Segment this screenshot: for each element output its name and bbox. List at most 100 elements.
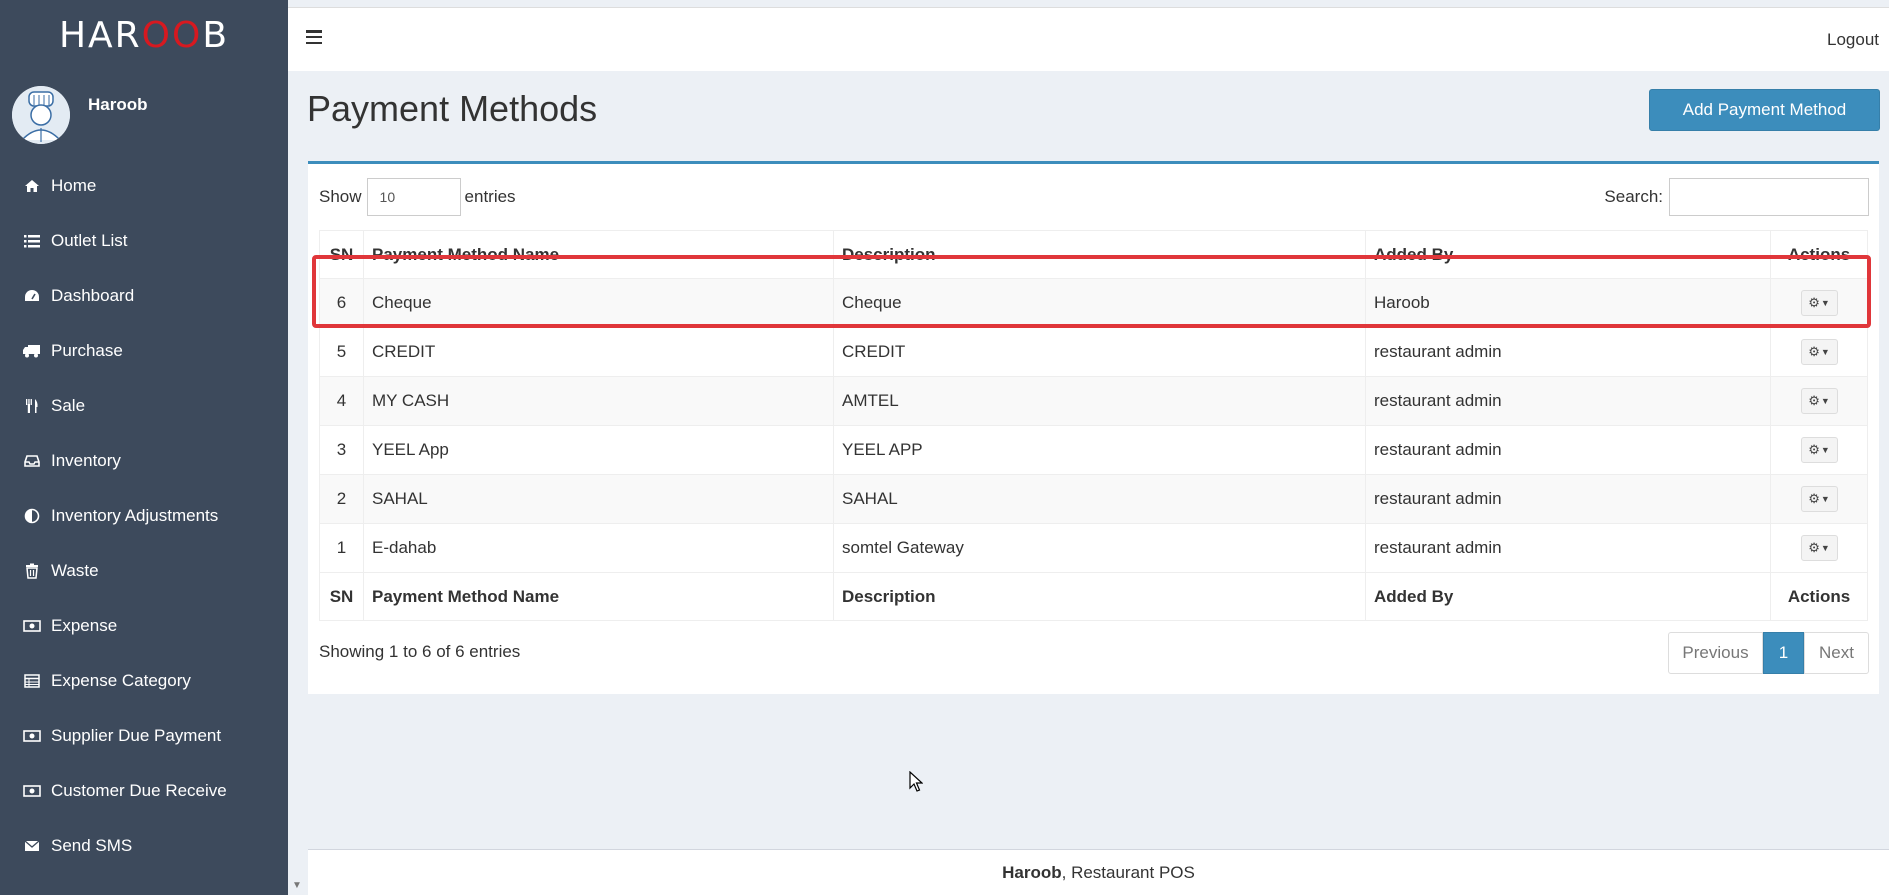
cell-name: E-dahab [363, 523, 834, 573]
sidebar-item-customer-due-receive[interactable]: Customer Due Receive [0, 763, 288, 818]
trash-icon [22, 562, 42, 580]
mouse-cursor-icon [909, 771, 923, 792]
caret-down-icon: ▼ [1820, 543, 1830, 553]
entries-length-control: Show 10 entries [319, 178, 516, 216]
sidebar-item-label: Inventory [51, 450, 121, 470]
cell-actions: ⚙ ▼ [1770, 376, 1868, 426]
avatar [12, 86, 70, 144]
row-actions-button[interactable]: ⚙ ▼ [1800, 388, 1838, 414]
pagination-next[interactable]: Next [1804, 632, 1869, 674]
cell-added-by: restaurant admin [1365, 425, 1771, 475]
sidebar: HAROOB Haroob Home Outlet List Dashboard… [0, 0, 288, 895]
user-panel: Haroob [12, 82, 282, 148]
money-icon [22, 782, 42, 800]
table-row: 5 CREDIT CREDIT restaurant admin ⚙ ▼ [319, 327, 1868, 377]
sidebar-item-send-sms[interactable]: Send SMS [0, 818, 288, 873]
table-row: 4 MY CASH AMTEL restaurant admin ⚙ ▼ [319, 376, 1868, 426]
page-footer: Haroob, Restaurant POS [308, 849, 1889, 895]
envelope-icon [22, 837, 42, 855]
sidebar-item-expense[interactable]: Expense [0, 598, 288, 653]
sidebar-item-inventory-adjustments[interactable]: Inventory Adjustments [0, 488, 288, 543]
sidebar-item-label: Purchase [51, 340, 123, 360]
sidebar-item-label: Outlet List [51, 230, 128, 250]
cell-actions: ⚙ ▼ [1770, 278, 1868, 328]
table-search: Search: [1604, 178, 1869, 216]
row-actions-button[interactable]: ⚙ ▼ [1800, 535, 1838, 561]
sidebar-item-label: Waste [51, 560, 99, 580]
row-actions-button[interactable]: ⚙ ▼ [1800, 339, 1838, 365]
header-added-by[interactable]: Added By [1365, 230, 1771, 279]
cell-sn: 4 [319, 376, 364, 426]
gear-icon: ⚙ [1808, 295, 1820, 310]
cell-actions: ⚙ ▼ [1770, 523, 1868, 573]
entries-select[interactable]: 10 [366, 178, 461, 216]
payment-methods-box: Show 10 entries Search: SN Payment Metho… [308, 161, 1879, 694]
adjust-icon [22, 507, 42, 525]
cell-added-by: restaurant admin [1365, 327, 1771, 377]
user-name: Haroob [88, 95, 148, 114]
cell-sn: 5 [319, 327, 364, 377]
cell-added-by: restaurant admin [1365, 376, 1771, 426]
header-description[interactable]: Description [833, 230, 1366, 279]
cell-actions: ⚙ ▼ [1770, 425, 1868, 475]
logout-link[interactable]: Logout [1827, 30, 1879, 50]
table-info: Showing 1 to 6 of 6 entries [319, 642, 521, 661]
sidebar-item-label: Expense Category [51, 670, 191, 690]
truck-icon [22, 342, 42, 360]
sidebar-item-home[interactable]: Home [0, 158, 288, 213]
sidebar-item-dashboard[interactable]: Dashboard [0, 268, 288, 323]
cell-sn: 1 [319, 523, 364, 573]
sidebar-menu: Home Outlet List Dashboard Purchase Sale [0, 158, 288, 873]
pagination: Previous 1 Next [1668, 632, 1869, 674]
cell-description: AMTEL [833, 376, 1366, 426]
header-payment-method-name[interactable]: Payment Method Name [363, 230, 834, 279]
sidebar-item-expense-category[interactable]: Expense Category [0, 653, 288, 708]
scroll-down-arrow-icon[interactable]: ▼ [292, 880, 302, 891]
search-input[interactable] [1669, 178, 1869, 216]
sidebar-item-sale[interactable]: Sale [0, 378, 288, 433]
table-row: 3 YEEL App YEEL APP restaurant admin ⚙ ▼ [319, 425, 1868, 475]
footer-payment-method-name: Payment Method Name [363, 572, 834, 621]
cell-actions: ⚙ ▼ [1770, 474, 1868, 524]
chef-avatar-icon [12, 86, 70, 144]
header-sn[interactable]: SN [319, 230, 364, 279]
row-actions-button[interactable]: ⚙ ▼ [1800, 486, 1838, 512]
entries-select-value: 10 [379, 189, 396, 205]
cell-description: CREDIT [833, 327, 1366, 377]
logo[interactable]: HAROOB [0, 0, 288, 70]
gear-icon: ⚙ [1808, 491, 1820, 506]
row-actions-button[interactable]: ⚙ ▼ [1800, 290, 1838, 316]
money-icon [22, 727, 42, 745]
sidebar-item-label: Supplier Due Payment [51, 725, 222, 745]
pagination-previous[interactable]: Previous [1668, 632, 1763, 674]
sidebar-item-supplier-due-payment[interactable]: Supplier Due Payment [0, 708, 288, 763]
cell-added-by: restaurant admin [1365, 474, 1771, 524]
gear-icon: ⚙ [1808, 393, 1820, 408]
caret-down-icon: ▼ [1820, 445, 1830, 455]
table-row: 6 Cheque Cheque Haroob ⚙ ▼ [319, 278, 1868, 328]
row-actions-button[interactable]: ⚙ ▼ [1800, 437, 1838, 463]
sidebar-item-purchase[interactable]: Purchase [0, 323, 288, 378]
cell-name: CREDIT [363, 327, 834, 377]
inbox-icon [22, 452, 42, 470]
cell-description: Cheque [833, 278, 1366, 328]
cell-name: SAHAL [363, 474, 834, 524]
cell-description: YEEL APP [833, 425, 1366, 475]
pagination-page-1[interactable]: 1 [1763, 632, 1804, 674]
footer-added-by: Added By [1365, 572, 1771, 621]
sidebar-item-label: Sale [51, 395, 86, 415]
sidebar-item-inventory[interactable]: Inventory [0, 433, 288, 488]
add-payment-method-button[interactable]: Add Payment Method [1649, 89, 1880, 131]
cell-description: SAHAL [833, 474, 1366, 524]
footer-actions: Actions [1770, 572, 1868, 621]
table-footer-row: SN Payment Method Name Description Added… [319, 572, 1868, 621]
caret-down-icon: ▼ [1820, 347, 1830, 357]
cutlery-icon [22, 397, 42, 415]
sidebar-item-waste[interactable]: Waste [0, 543, 288, 598]
show-label: Show [319, 187, 362, 206]
header-actions: Actions [1770, 230, 1868, 279]
gear-icon: ⚙ [1808, 344, 1820, 359]
sidebar-item-outlet-list[interactable]: Outlet List [0, 213, 288, 268]
hamburger-menu-icon[interactable] [306, 30, 322, 44]
footer-description: Description [833, 572, 1366, 621]
